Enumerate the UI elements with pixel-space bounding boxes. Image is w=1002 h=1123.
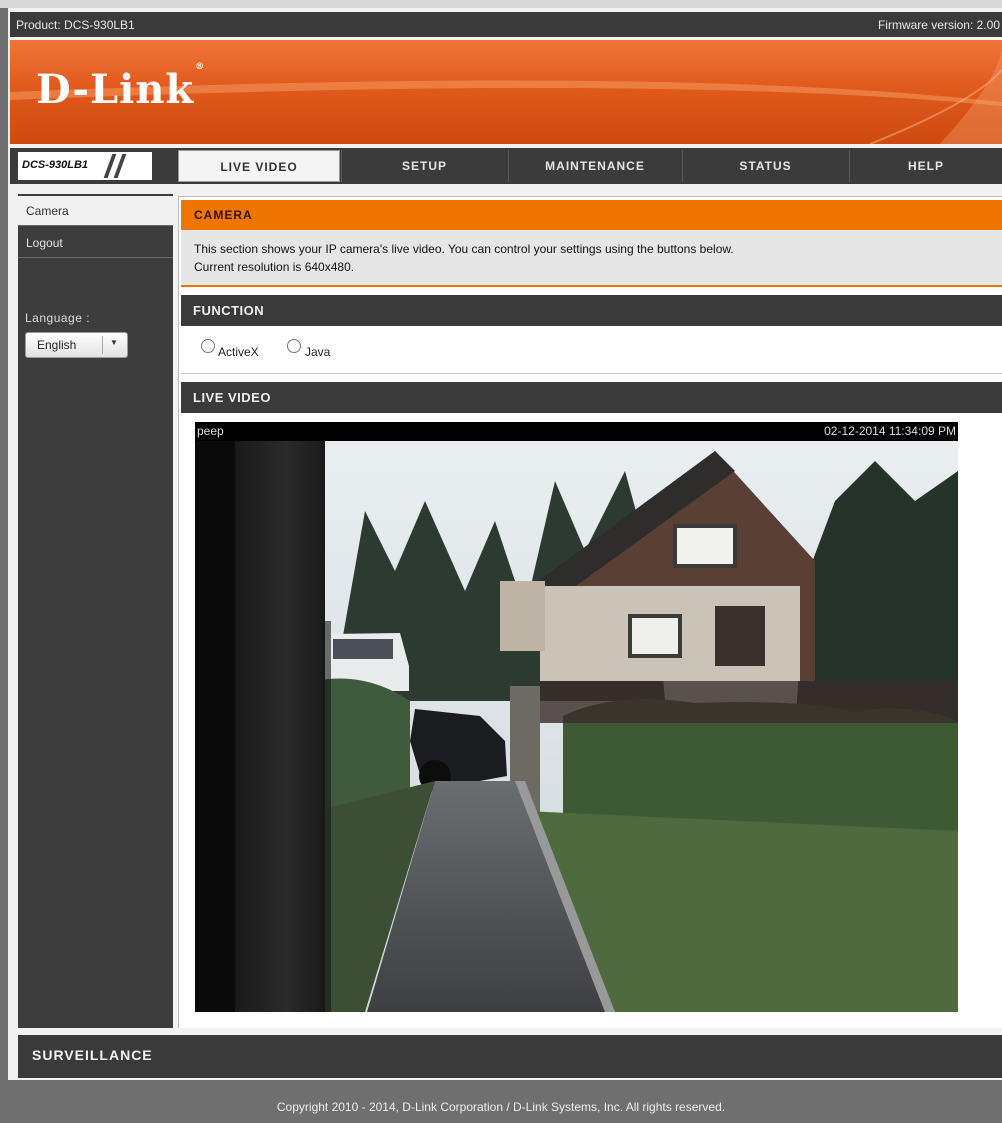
- camera-section-header: CAMERA: [181, 200, 1002, 230]
- tab-help[interactable]: HELP: [850, 150, 1002, 182]
- copyright-text: Copyright 2010 - 2014, D-Link Corporatio…: [276, 1100, 726, 1114]
- sidebar-item-logout[interactable]: Logout: [18, 228, 173, 258]
- surveillance-bar: SURVEILLANCE: [18, 1035, 1002, 1078]
- language-select[interactable]: English ▼: [25, 332, 128, 358]
- chevron-down-icon: ▼: [110, 338, 118, 347]
- activex-label[interactable]: ActiveX: [218, 345, 259, 359]
- tab-setup[interactable]: SETUP: [342, 150, 507, 182]
- model-badge: DCS-930LB1: [18, 152, 152, 180]
- surveillance-label: SURVEILLANCE: [32, 1047, 153, 1063]
- tab-maintenance[interactable]: MAINTENANCE: [509, 150, 681, 182]
- description-line: This section shows your IP camera's live…: [194, 242, 734, 256]
- video-overlay-bar: peep 02-12-2014 11:34:09 PM: [195, 422, 958, 441]
- camera-description: This section shows your IP camera's live…: [181, 230, 1002, 287]
- live-video-feed[interactable]: [195, 441, 958, 1012]
- browser-top-strip: [0, 0, 1002, 8]
- camera-scene-image: [195, 441, 958, 1012]
- java-radio[interactable]: [287, 339, 301, 353]
- video-timestamp: 02-12-2014 11:34:09 PM: [824, 424, 956, 438]
- sidebar-item-camera[interactable]: Camera: [18, 196, 173, 226]
- activex-radio[interactable]: [201, 339, 215, 353]
- select-divider: [102, 336, 103, 354]
- java-label[interactable]: Java: [305, 345, 330, 359]
- tab-status[interactable]: STATUS: [683, 150, 848, 182]
- brand-banner: D-Link®: [10, 40, 1002, 144]
- model-slash: [113, 154, 127, 178]
- live-video-section-header: LIVE VIDEO: [181, 382, 1002, 413]
- language-value: English: [37, 338, 77, 352]
- camera-caption: peep: [197, 424, 224, 438]
- dlink-logo: D-Link®: [36, 61, 206, 113]
- resolution-line: Current resolution is 640x480.: [194, 260, 355, 274]
- firmware-version: Firmware version: 2.00: [877, 18, 1000, 32]
- model-label: DCS-930LB1: [22, 159, 89, 171]
- tab-live-video[interactable]: LIVE VIDEO: [178, 150, 340, 182]
- function-section-header: FUNCTION: [181, 295, 1002, 326]
- language-label: Language :: [25, 311, 91, 325]
- product-info-bar: Product: DCS-930LB1 Firmware version: 2.…: [10, 12, 1002, 37]
- product-name: Product: DCS-930LB1: [16, 18, 135, 32]
